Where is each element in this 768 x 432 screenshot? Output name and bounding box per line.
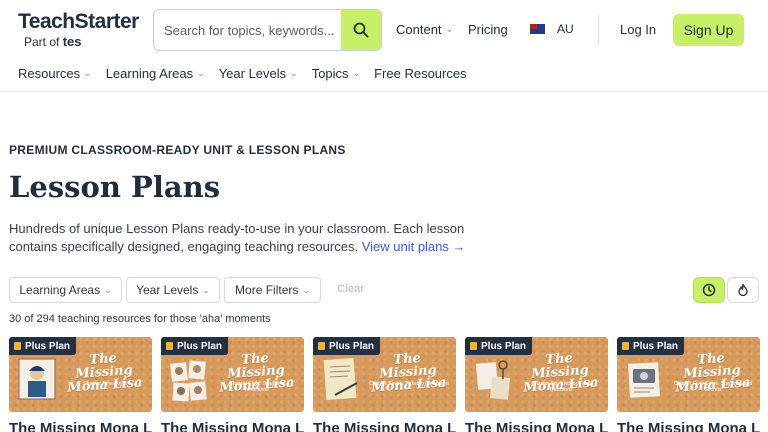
subnav-topics-label: Topics [311,66,349,81]
region-selector[interactable]: AU [530,22,574,36]
suspect-photos-image [170,360,207,402]
badge-label: Plus Plan [633,340,679,352]
card-art-title: The Missing Mona Lisa [370,351,447,396]
card-art-subtitle: Chapter Eight: Trouble at Mourtanne [229,381,285,393]
subnav-year-levels-label: Year Levels [218,66,287,81]
card-title[interactable]: The Missing Mona Lisa [617,420,760,432]
logo-text: TeachStarter [18,10,139,33]
view-unit-plans-link[interactable]: View unit plans → [362,239,466,254]
chevron-down-icon: ⌄ [290,68,298,78]
badge-label: Plus Plan [25,340,71,352]
chevron-down-icon: ⌄ [352,68,361,78]
badge-label: Plus Plan [481,340,527,352]
subnav-year-levels[interactable]: Year Levels ⌄ [219,66,298,81]
chevron-down-icon: ⌄ [302,284,310,295]
badge-label: Plus Plan [329,340,375,352]
subnav-learning-areas-label: Learning Areas [105,66,194,81]
page-eyebrow: PREMIUM CLASSROOM-READY UNIT & LESSON PL… [9,143,346,157]
card-art-subtitle: Chapter Six: Evidence and Questions [531,381,591,393]
projector-image [628,362,660,398]
lock-icon [166,342,173,350]
plus-plan-badge: Plus Plan [465,337,533,355]
search-button[interactable] [341,10,381,50]
flame-icon [738,283,748,297]
sub-navigation: Resources ⌄ Learning Areas ⌄ Year Levels… [18,66,467,81]
card-art-subtitle: Chapter Seven: Ticket to the Louvre [369,381,449,387]
signup-button[interactable]: Sign Up [673,14,744,46]
filter-learning-areas[interactable]: Learning Areas ⌄ [9,277,122,303]
search-box [153,9,382,51]
chevron-down-icon: ⌄ [84,68,92,78]
logo-sub-prefix: Part of [24,35,60,49]
results-count: 30 of 294 teaching resources for those '… [9,313,271,325]
logo[interactable]: TeachStarter Part of tes [18,10,139,50]
search-icon [353,22,369,38]
resource-card[interactable]: The Missing Mona Lisa Chapter Eight: Tro… [161,337,304,432]
card-title[interactable]: The Missing Mona Lisa [9,420,152,432]
login-link[interactable]: Log In [620,22,656,37]
subnav-free-resources-label: Free Resources [374,66,467,81]
filter-year-levels[interactable]: Year Levels ⌄ [126,277,220,303]
filter-more-label: More Filters [235,283,299,297]
plus-plan-badge: Plus Plan [161,337,229,355]
subnav-resources-label: Resources [18,66,81,81]
chevron-down-icon: ⌄ [202,284,210,295]
filter-learning-areas-label: Learning Areas [19,283,101,297]
detective-portrait-image [18,358,56,400]
divider [598,15,599,45]
lock-icon [14,342,21,350]
site-header: TeachStarter Part of tes Content ⌄ Prici… [0,0,768,92]
filter-more[interactable]: More Filters ⌄ [224,277,321,303]
evidence-items-image [475,360,511,400]
nav-content[interactable]: Content ⌄ [396,22,453,37]
filter-year-levels-label: Year Levels [136,283,199,297]
card-art-subtitle: Chapter Five: Spies, Suspicion and Secre… [673,381,753,393]
resource-card[interactable]: The Missing Mona Lisa Chapter Five: Spie… [617,337,760,432]
australia-flag-icon [530,24,545,34]
subnav-resources[interactable]: Resources ⌄ [18,66,92,81]
chevron-down-icon: ⌄ [104,284,112,295]
region-label: AU [557,22,574,36]
ticket-note-image [323,358,358,400]
logo-sub-brand: tes [62,34,82,49]
card-title[interactable]: The Missing Mona Lisa [465,420,608,432]
lock-icon [622,342,629,350]
plus-plan-badge: Plus Plan [313,337,381,355]
card-art-title: The Missing Mona Lisa [66,351,143,396]
subnav-topics[interactable]: Topics ⌄ [312,66,360,81]
resource-card[interactable]: The Missing Mona Lisa Chapter Nine: Arti… [9,337,152,432]
nav-content-label: Content [396,22,442,37]
badge-label: Plus Plan [177,340,223,352]
subnav-learning-areas[interactable]: Learning Areas ⌄ [106,66,205,81]
search-input[interactable] [154,10,342,50]
clear-filters-button[interactable]: Clear [337,283,365,295]
clock-icon [702,283,716,297]
page-description: Hundreds of unique Lesson Plans ready-to… [9,220,499,256]
card-title[interactable]: The Missing Mona Lisa [161,420,304,432]
chevron-down-icon: ⌄ [197,68,205,78]
plus-plan-badge: Plus Plan [9,337,77,355]
page-title: Lesson Plans [9,170,221,204]
lock-icon [318,342,325,350]
plus-plan-badge: Plus Plan [617,337,685,355]
chevron-down-icon: ⌄ [445,24,454,34]
card-title[interactable]: The Missing Mona Lisa [313,420,456,432]
lock-icon [470,342,477,350]
card-art-subtitle: Chapter Nine: Artist [83,381,127,387]
resource-card[interactable]: The Missing Mona Lisa Chapter Six: Evide… [465,337,608,432]
nav-pricing[interactable]: Pricing [468,22,508,37]
sort-popular-button[interactable] [727,277,759,303]
subnav-free-resources[interactable]: Free Resources [374,66,466,81]
logo-subtitle: Part of tes [24,34,139,50]
resource-card[interactable]: The Missing Mona Lisa Chapter Seven: Tic… [313,337,456,432]
sort-latest-button[interactable] [693,277,725,303]
